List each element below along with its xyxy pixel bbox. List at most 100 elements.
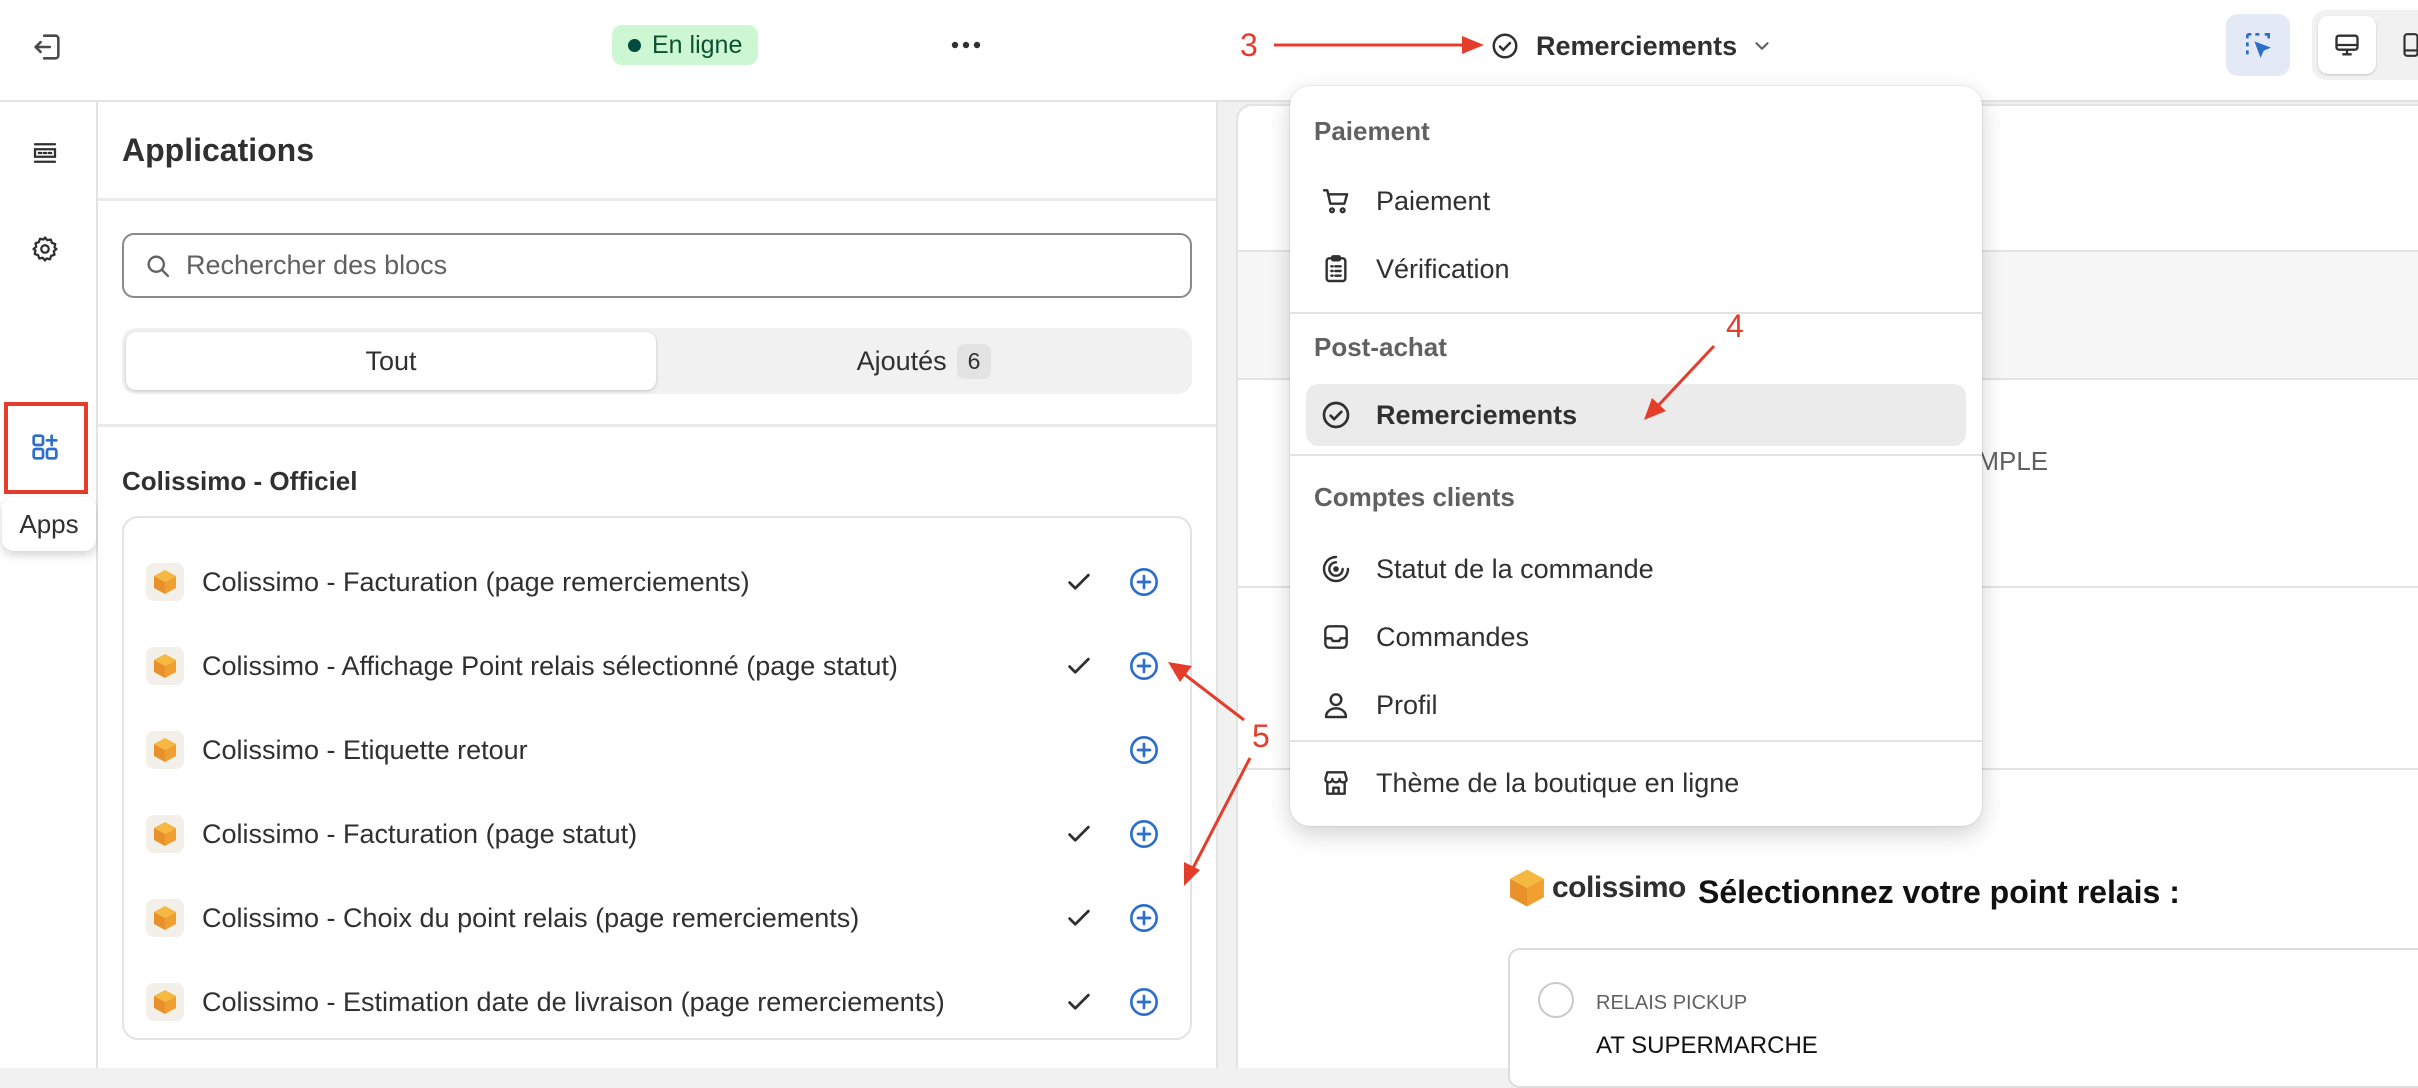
colissimo-box-icon [146, 983, 184, 1021]
block-list: Colissimo - Facturation (page remercieme… [122, 516, 1192, 1040]
annotation-arrow-4 [1644, 344, 1716, 420]
divider [98, 198, 1216, 201]
colissimo-box-icon [146, 731, 184, 769]
status-dot [628, 38, 641, 52]
add-block-button[interactable] [1128, 902, 1160, 934]
checkmark-icon [1064, 567, 1094, 597]
block-name: Colissimo - Facturation (page statut) [202, 818, 638, 849]
exit-button[interactable] [26, 26, 68, 68]
section-header-customer-accounts: Comptes clients [1314, 482, 1515, 512]
block-row[interactable]: Colissimo - Estimation date de livraison… [124, 960, 1190, 1044]
tab-added[interactable]: Ajoutés 6 [660, 332, 1188, 390]
apps-tooltip: Apps [2, 497, 96, 551]
block-row[interactable]: Colissimo - Facturation (page remercieme… [124, 540, 1190, 624]
gear-icon [30, 234, 60, 264]
colissimo-box-icon [146, 563, 184, 601]
block-name: Colissimo - Etiquette retour [202, 734, 528, 765]
cart-icon [1320, 185, 1352, 217]
checkmark-icon [1064, 651, 1094, 681]
sections-icon [30, 138, 60, 168]
menu-item-paiement[interactable]: Paiement [1306, 170, 1966, 232]
plus-circle-icon [1128, 986, 1160, 1018]
colissimo-wordmark: colissimo [1552, 871, 1686, 904]
search-field[interactable] [122, 233, 1192, 298]
device-toggle [2312, 10, 2418, 80]
menu-item-profile[interactable]: Profil [1306, 674, 1966, 736]
status-text: En ligne [652, 30, 743, 59]
plus-circle-icon [1128, 566, 1160, 598]
exit-icon [30, 30, 64, 64]
relay-name: AT SUPERMARCHE [1596, 1032, 1818, 1059]
menu-item-orders[interactable]: Commandes [1306, 606, 1966, 668]
relay-radio[interactable] [1538, 982, 1574, 1018]
search-input[interactable] [186, 250, 1086, 281]
colissimo-box-icon [146, 647, 184, 685]
filter-tabs: Tout Ajoutés 6 [122, 328, 1192, 394]
inbox-icon [1320, 621, 1352, 653]
menu-item-label: Vérification [1376, 253, 1510, 284]
colissimo-box-icon [146, 815, 184, 853]
more-horizontal-icon [950, 40, 982, 50]
add-block-button[interactable] [1128, 986, 1160, 1018]
colissimo-logo: colissimo [1508, 868, 1686, 908]
clipboard-icon [1320, 253, 1352, 285]
block-row[interactable]: Colissimo - Etiquette retour [124, 708, 1190, 792]
left-rail: Apps [0, 102, 98, 1068]
apps-panel: Applications Tout Ajoutés 6 Colissimo - … [98, 102, 1218, 1068]
check-circle-icon [1490, 31, 1520, 61]
block-row[interactable]: Colissimo - Choix du point relais (page … [124, 876, 1190, 960]
menu-item-verification[interactable]: Vérification [1306, 238, 1966, 300]
menu-item-label: Paiement [1376, 185, 1491, 216]
relay-option[interactable]: RELAIS PICKUP AT SUPERMARCHE [1508, 948, 2418, 1088]
plus-circle-icon [1128, 818, 1160, 850]
annotation-arrows-5 [1168, 662, 1252, 886]
menu-item-order-status[interactable]: Statut de la commande [1306, 538, 1966, 600]
page-selector[interactable]: Remerciements [1490, 20, 1773, 72]
block-row[interactable]: Colissimo - Affichage Point relais sélec… [124, 624, 1190, 708]
divider [1290, 740, 1982, 742]
add-block-button[interactable] [1128, 734, 1160, 766]
section-header-post-purchase: Post-achat [1314, 332, 1447, 362]
app-group-title: Colissimo - Officiel [122, 466, 358, 496]
menu-item-online-store-theme[interactable]: Thème de la boutique en ligne [1306, 752, 1966, 814]
select-cursor-icon [2242, 29, 2274, 61]
inspector-button[interactable] [2226, 14, 2290, 76]
colissimo-box-icon [1508, 868, 1546, 908]
checkmark-icon [1064, 819, 1094, 849]
settings-button[interactable] [22, 226, 68, 272]
apps-button[interactable] [22, 424, 68, 470]
search-icon [144, 252, 172, 280]
plus-circle-icon [1128, 650, 1160, 682]
divider [1290, 312, 1982, 314]
block-name: Colissimo - Facturation (page remercieme… [202, 566, 750, 597]
tab-added-label: Ajoutés [856, 345, 947, 376]
block-row[interactable]: Colissimo - Facturation (page statut) [124, 792, 1190, 876]
store-icon [1320, 767, 1352, 799]
add-block-button[interactable] [1128, 566, 1160, 598]
status-badge: En ligne [612, 25, 759, 65]
menu-item-label: Statut de la commande [1376, 553, 1654, 584]
annotation-number-3: 3 [1240, 27, 1258, 63]
chevron-down-icon [1751, 35, 1773, 57]
divider [98, 424, 1216, 427]
menu-item-label: Profil [1376, 689, 1438, 720]
colissimo-box-icon [146, 899, 184, 937]
added-count-badge: 6 [956, 343, 992, 379]
add-block-button[interactable] [1128, 650, 1160, 682]
sections-button[interactable] [22, 130, 68, 176]
page-selector-label: Remerciements [1536, 30, 1738, 61]
menu-item-label: Commandes [1376, 621, 1530, 652]
block-name: Colissimo - Choix du point relais (page … [202, 902, 860, 933]
page-dropdown-menu: Paiement Paiement Vérification Post-acha… [1290, 86, 1982, 826]
block-name: Colissimo - Affichage Point relais sélec… [202, 650, 898, 681]
person-icon [1320, 689, 1352, 721]
tab-all[interactable]: Tout [126, 332, 656, 390]
desktop-view-button[interactable] [2318, 16, 2376, 74]
add-block-button[interactable] [1128, 818, 1160, 850]
block-name: Colissimo - Estimation date de livraison… [202, 986, 945, 1017]
check-circle-icon [1320, 399, 1352, 431]
desktop-icon [2333, 31, 2361, 59]
mobile-view-button[interactable] [2382, 16, 2418, 74]
more-actions-button[interactable] [940, 24, 992, 66]
checkmark-icon [1064, 903, 1094, 933]
